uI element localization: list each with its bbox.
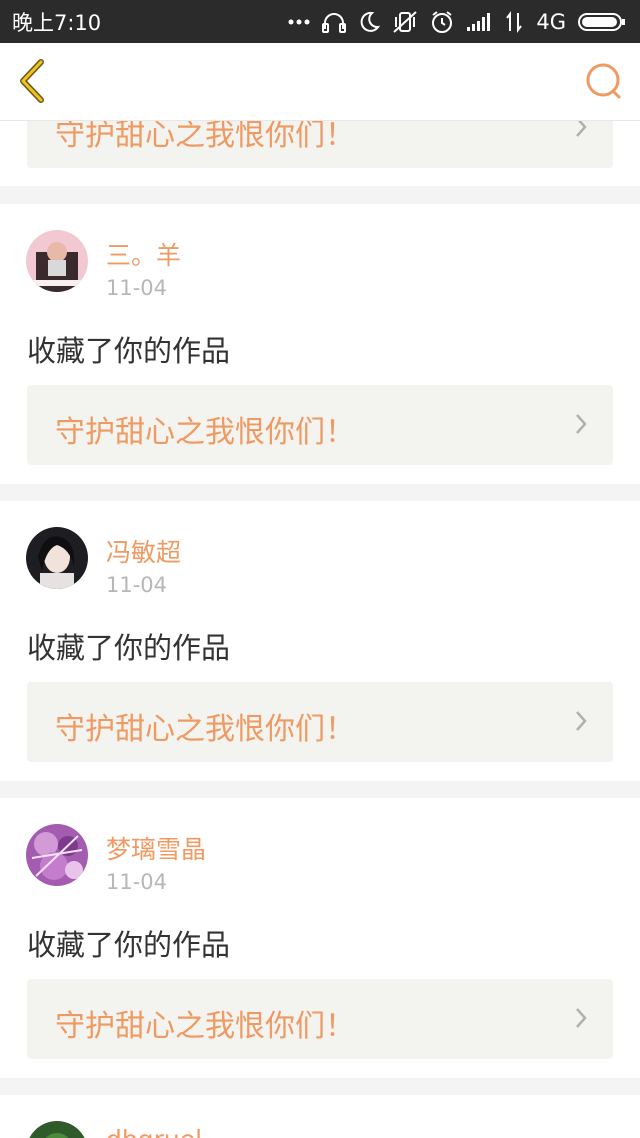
action-text: 收藏了你的作品 <box>27 928 231 962</box>
chevron-right-icon <box>576 711 587 731</box>
chevron-left-icon <box>20 59 44 103</box>
avatar-image <box>26 1121 88 1138</box>
feed-item: 冯敏超 11-04 收藏了你的作品 守护甜心之我恨你们！ <box>0 501 640 781</box>
work-title: 守护甜心之我恨你们！ <box>55 415 355 450</box>
headphones-icon <box>322 12 347 33</box>
work-link[interactable]: 守护甜心之我恨你们！ <box>27 121 613 168</box>
moon-icon <box>361 11 381 32</box>
avatar-image <box>26 527 88 589</box>
vibrate-off-icon <box>393 10 418 33</box>
user-name[interactable]: 梦璃雪晶 <box>106 830 206 866</box>
action-text: 收藏了你的作品 <box>27 334 231 368</box>
data-arrows-icon <box>506 10 523 33</box>
work-link[interactable]: 守护甜心之我恨你们！ <box>27 385 613 465</box>
chevron-right-icon <box>576 414 587 434</box>
status-icons: 4G <box>288 10 626 34</box>
back-button[interactable] <box>14 57 54 105</box>
action-text: 收藏了你的作品 <box>27 631 231 665</box>
search-button[interactable] <box>584 61 624 101</box>
timestamp: 11-04 <box>106 573 168 597</box>
avatar-image <box>26 230 88 292</box>
avatar[interactable] <box>26 824 88 886</box>
timestamp: 11-04 <box>106 276 168 300</box>
feed-item-partial-top: 守护甜心之我恨你们！ <box>0 121 640 186</box>
feed-item: 梦璃雪晶 11-04 收藏了你的作品 守护甜心之我恨你们！ <box>0 798 640 1078</box>
user-name[interactable]: dbgruel <box>106 1125 202 1138</box>
work-title: 守护甜心之我恨你们！ <box>55 712 355 747</box>
user-name[interactable]: 冯敏超 <box>106 533 181 569</box>
signal-icon <box>467 12 491 31</box>
battery-icon <box>578 12 625 31</box>
timestamp: 11-04 <box>106 870 168 894</box>
feed-item-partial-bottom: dbgruel <box>0 1095 640 1138</box>
top-nav <box>0 43 640 121</box>
avatar[interactable] <box>26 527 88 589</box>
work-link[interactable]: 守护甜心之我恨你们！ <box>27 979 613 1059</box>
avatar[interactable] <box>26 230 88 292</box>
work-title: 守护甜心之我恨你们！ <box>55 121 355 153</box>
feed-item: 三。羊 11-04 收藏了你的作品 守护甜心之我恨你们！ <box>0 204 640 484</box>
chevron-right-icon <box>576 121 587 137</box>
status-time: 晚上7:10 <box>12 10 102 35</box>
network-type: 4G <box>536 9 566 34</box>
more-dots-icon <box>288 19 310 24</box>
avatar-image <box>26 824 88 886</box>
work-title: 守护甜心之我恨你们！ <box>55 1009 355 1044</box>
status-bar: 晚上7:10 4G <box>0 0 640 43</box>
work-link[interactable]: 守护甜心之我恨你们！ <box>27 682 613 762</box>
user-name[interactable]: 三。羊 <box>106 236 181 272</box>
chevron-right-icon <box>576 1008 587 1028</box>
avatar[interactable] <box>26 1121 88 1138</box>
alarm-icon <box>432 10 453 33</box>
search-icon <box>586 63 621 99</box>
